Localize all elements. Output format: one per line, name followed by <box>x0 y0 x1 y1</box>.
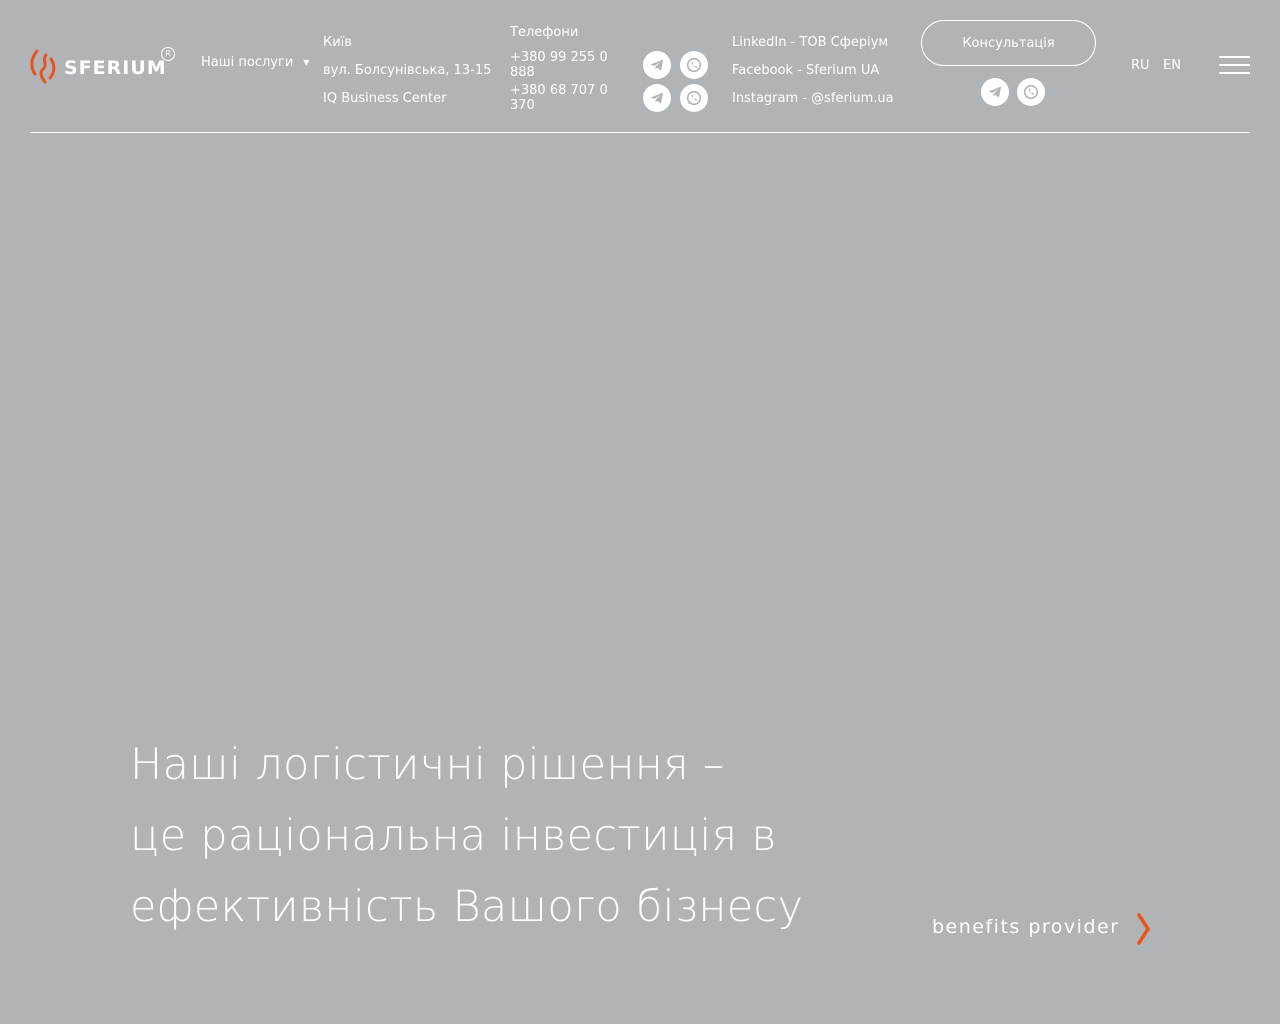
consultation-button[interactable]: Консультація <box>921 20 1096 66</box>
address-city: Київ <box>323 35 352 50</box>
consultation-messengers <box>981 78 1053 106</box>
phone-number-1[interactable]: +380 99 255 0 888 <box>510 50 634 80</box>
caret-down-icon: ▼ <box>303 58 310 67</box>
address-building: IQ Business Center <box>323 91 447 106</box>
lang-ru[interactable]: RU <box>1131 58 1150 73</box>
address-block: Київ вул. Болсунівська, 13-15 IQ Busines… <box>323 29 491 113</box>
chevron-right-icon[interactable] <box>1136 912 1152 946</box>
hero-line-1: Наші логістичні рішення – <box>130 740 725 790</box>
hero-line-2: це раціональна інвестиція в <box>130 811 777 861</box>
linkedin-link[interactable]: LinkedIn - ТОВ Сферіум <box>732 29 894 57</box>
benefits-provider-link[interactable]: benefits provider <box>932 916 1120 938</box>
address-street: вул. Болсунівська, 13-15 <box>323 63 492 78</box>
whatsapp-icon[interactable] <box>1017 78 1045 106</box>
registered-mark: R <box>161 47 175 61</box>
phone-row-2: +380 68 707 0 370 <box>510 83 708 113</box>
lang-en[interactable]: EN <box>1163 58 1181 73</box>
consultation-label: Консультація <box>962 35 1055 51</box>
phones-title: Телефони <box>510 25 579 40</box>
telegram-icon[interactable] <box>643 84 671 112</box>
services-dropdown[interactable]: Наші послуги ▼ <box>201 55 309 70</box>
whatsapp-icon[interactable] <box>680 84 708 112</box>
flame-logo-icon <box>30 49 56 84</box>
phone-number-2[interactable]: +380 68 707 0 370 <box>510 83 634 113</box>
header-divider <box>30 132 1250 133</box>
hero-title: Наші логістичні рішення – це раціональна… <box>130 730 803 943</box>
telegram-icon[interactable] <box>643 51 671 79</box>
facebook-link[interactable]: Facebook - Sferium UA <box>732 57 894 85</box>
social-links: LinkedIn - ТОВ Сферіум Facebook - Sferiu… <box>732 29 894 113</box>
phone-row-1: +380 99 255 0 888 <box>510 50 708 80</box>
whatsapp-icon[interactable] <box>680 51 708 79</box>
logo-text: SFERIUM <box>64 57 167 79</box>
telegram-icon[interactable] <box>981 78 1009 106</box>
instagram-link[interactable]: Instagram - @sferium.ua <box>732 85 894 113</box>
hamburger-menu-icon[interactable] <box>1219 56 1250 74</box>
services-label: Наші послуги <box>201 55 294 70</box>
site-header: SFERIUM R Наші послуги ▼ Київ вул. Болсу… <box>0 0 1280 134</box>
sferium-logo[interactable]: SFERIUM R <box>28 46 175 86</box>
hero-line-3: ефективність Вашого бізнесу <box>130 882 804 932</box>
